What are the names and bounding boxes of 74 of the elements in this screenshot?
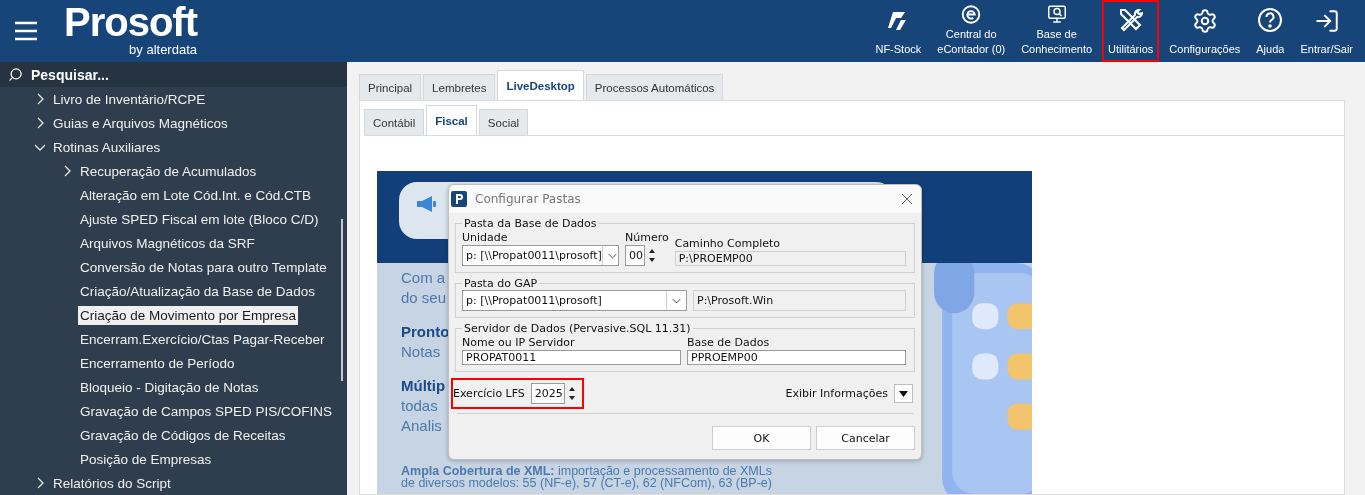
group-legend: Pasta do GAP xyxy=(462,277,540,290)
megaphone-icon xyxy=(415,196,437,212)
tree-item[interactable]: Criação/Atualização da Base de Dados xyxy=(78,281,317,301)
help-icon xyxy=(1256,6,1285,34)
tree-item[interactable]: Recuperação de Acumulados xyxy=(78,161,259,181)
toolbar-button[interactable]: Entrar/Sair xyxy=(1294,0,1359,62)
tab[interactable]: Lembretes xyxy=(423,74,496,100)
tab[interactable]: LiveDesktop xyxy=(497,70,584,100)
banner-text: do seu xyxy=(401,288,447,308)
path-field[interactable]: P:\Prosoft.Win xyxy=(693,290,906,311)
tab[interactable]: Social xyxy=(478,109,529,135)
banner-text: Ampla Cobertura de XML: importação e processamento de XMLs xyxy=(401,465,772,477)
path-field[interactable]: P:\PROEMP00 xyxy=(674,251,906,266)
unit-dropdown[interactable]: p: [\\Propat0011\prosoft] xyxy=(462,245,619,266)
tree-item[interactable]: Posição de Empresas xyxy=(78,449,214,469)
toolbar-button[interactable]: Base de Conhecimento xyxy=(1015,0,1099,62)
database-field[interactable]: PPROEMP00 xyxy=(687,350,906,365)
scrollbar[interactable] xyxy=(341,219,343,381)
close-icon[interactable] xyxy=(901,193,913,205)
banner-text: Múltip xyxy=(401,376,446,396)
number-field[interactable]: 00 xyxy=(625,245,645,266)
tree-item[interactable]: Alteração em Lote Cód.Int. e Cód.CTB xyxy=(78,185,314,205)
banner-text: Com a xyxy=(401,268,446,288)
tree-item[interactable]: Encerram.Exercício/Ctas Pagar-Receber xyxy=(78,329,327,349)
search-icon xyxy=(8,67,23,82)
tab[interactable]: Contábil xyxy=(364,109,425,135)
tree-item[interactable]: Bloqueio - Digitação de Notas xyxy=(78,377,261,397)
dialog-title: Configurar Pastas xyxy=(475,192,581,206)
tree-item[interactable]: Criação de Movimento por Empresa xyxy=(78,305,299,325)
settings-icon xyxy=(1191,8,1218,34)
tree-item[interactable]: Gravação de Códigos de Receitas xyxy=(78,425,288,445)
tree-item[interactable]: Encerramento de Período xyxy=(78,353,237,373)
unit-dropdown[interactable]: p: [\\Propat0011\prosoft] xyxy=(462,290,687,311)
login-icon xyxy=(1313,8,1340,34)
banner-text: Pronto xyxy=(401,322,450,342)
group-legend: Pasta da Base de Dados xyxy=(462,217,599,230)
search-field[interactable]: Pesquisar... xyxy=(0,62,347,87)
banner-text: Analis xyxy=(401,416,442,436)
dialog-button[interactable]: Cancelar xyxy=(816,426,915,450)
expand-button[interactable] xyxy=(894,384,913,403)
banner-text: de diversos modelos: 55 (NF-e), 57 (CT-e), 62 (NFCom), 63 (BP-e) xyxy=(401,477,772,489)
toolbar-button[interactable]: Ajuda xyxy=(1250,0,1291,62)
banner-text: Notas xyxy=(401,342,441,362)
tab[interactable]: Fiscal xyxy=(426,105,477,135)
menu-icon[interactable] xyxy=(14,20,38,42)
toolbar-button[interactable]: Utilitários xyxy=(1102,0,1160,62)
tree-item[interactable]: Rotinas Auxiliares xyxy=(51,137,163,157)
field-label: Nome ou IP Servidor xyxy=(462,335,576,350)
logo-tagline: by alterdata xyxy=(129,43,197,56)
tree-item[interactable]: Ajuste SPED Fiscal em lote (Bloco C/D) xyxy=(78,209,321,229)
tree-item[interactable]: Relatórios do Script xyxy=(51,473,173,493)
field-label: Exercício LFS xyxy=(453,386,525,401)
toolbar-button[interactable]: NF-Stock xyxy=(869,0,928,62)
tree-item[interactable]: Livro de Inventário/RCPE xyxy=(51,89,208,109)
tree-item[interactable]: Gravação de Campos SPED PIS/COFINS xyxy=(78,401,335,421)
field-label: Número xyxy=(625,230,669,245)
tab[interactable]: Principal xyxy=(359,74,422,100)
toolbar-button[interactable]: Configurações xyxy=(1163,0,1247,62)
year-field[interactable]: 2025 xyxy=(530,383,565,404)
caret-icon xyxy=(899,390,908,397)
field-label: Base de Dados xyxy=(687,335,771,350)
field-label: Unidade xyxy=(462,230,509,245)
banner-text: todas xyxy=(401,396,438,416)
logo-name: Prosoft xyxy=(64,2,197,42)
field-label: Caminho Completo xyxy=(674,236,782,251)
toolbar-button[interactable]: Central do eContador (0) xyxy=(931,0,1012,62)
group-legend: Servidor de Dados (Pervasive.SQL 11.31) xyxy=(462,322,693,335)
tab[interactable]: Processos Automáticos xyxy=(585,74,724,100)
tree-item[interactable]: Conversão de Notas para outro Template xyxy=(78,257,329,277)
dialog-button[interactable]: OK xyxy=(712,426,811,450)
tree-item[interactable]: Guias e Arquivos Magnéticos xyxy=(51,113,230,133)
server-field[interactable]: PROPAT0011 xyxy=(462,350,681,365)
info-label: Exibir Informações xyxy=(785,386,888,401)
tree-item[interactable]: Arquivos Magnéticos da SRF xyxy=(78,233,257,253)
